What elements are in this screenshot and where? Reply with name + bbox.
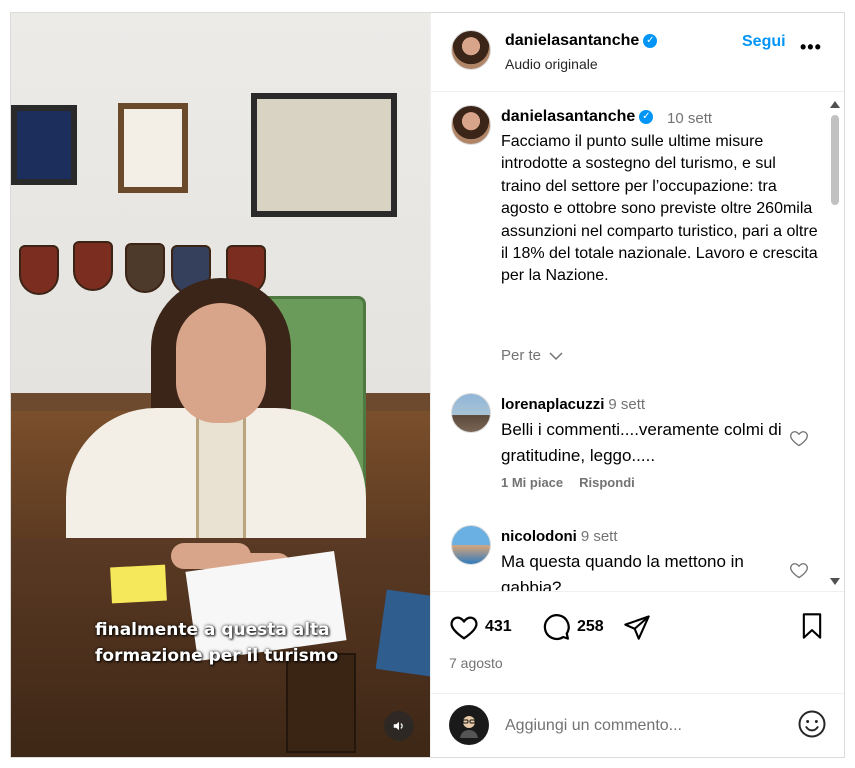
verified-badge-icon: ✓: [639, 109, 654, 124]
blouse-detail: [196, 408, 246, 538]
scroll-up-arrow-icon[interactable]: [830, 101, 840, 108]
share-action: [623, 613, 651, 641]
more-options-icon[interactable]: •••: [800, 37, 822, 57]
comment-item: nicolodoni 9 sett Ma questa quando la met…: [431, 525, 831, 591]
person-face: [176, 303, 266, 423]
caption-author[interactable]: danielasantanche ✓: [501, 108, 654, 126]
for-you-label: Per te: [501, 347, 542, 364]
comment-meta: 1 Mi piace Rispondi: [501, 475, 651, 490]
bookmark-icon[interactable]: [799, 612, 825, 640]
sticky-note: [110, 564, 167, 604]
comment-item: lorenaplacuzzi 9 sett Belli i commenti...…: [431, 393, 831, 513]
video-subtitle: finalmente a questa alta formazione per …: [95, 617, 395, 669]
avatar: [449, 705, 489, 745]
emoji-icon[interactable]: [797, 709, 827, 739]
comments-scroll-area[interactable]: danielasantanche ✓ 10 sett Facciamo il pu…: [431, 93, 844, 591]
like-count[interactable]: 431: [485, 618, 512, 636]
follow-button[interactable]: Segui: [742, 33, 786, 51]
username-text[interactable]: danielasantanche: [505, 32, 639, 49]
mute-button[interactable]: [384, 711, 414, 741]
avatar[interactable]: [451, 105, 491, 145]
username-text[interactable]: lorenaplacuzzi: [501, 396, 604, 413]
crest-shield: [73, 241, 113, 291]
post-modal: finalmente a questa alta formazione per …: [10, 12, 845, 758]
wall-emblem-frame: [11, 105, 77, 185]
video-player[interactable]: finalmente a questa alta formazione per …: [11, 13, 430, 757]
framed-artwork: [251, 93, 397, 217]
caption-timestamp[interactable]: 10 sett: [667, 110, 712, 127]
caption-text: Facciamo il punto sulle ultime misure in…: [501, 133, 818, 285]
portrait-frame: [118, 103, 188, 193]
chevron-down-icon: [549, 352, 563, 361]
scroll-down-arrow-icon[interactable]: [830, 578, 840, 585]
share-paper-plane-icon[interactable]: [623, 613, 651, 641]
post-details-panel: danielasantanche ✓ Audio originale Segui …: [430, 13, 844, 757]
save-action: [799, 612, 825, 640]
username-text[interactable]: danielasantanche: [501, 108, 635, 125]
speaker-icon: [393, 721, 403, 731]
scrollbar[interactable]: [830, 101, 840, 585]
verified-badge-icon: ✓: [643, 33, 658, 48]
reply-button[interactable]: Rispondi: [579, 475, 635, 490]
comment-input[interactable]: [505, 712, 775, 740]
post-date[interactable]: 7 agosto: [449, 655, 503, 671]
post-actions: 431 258 7 agosto: [431, 591, 844, 693]
username-text[interactable]: nicolodoni: [501, 528, 577, 545]
comment-author: lorenaplacuzzi 9 sett: [501, 396, 645, 413]
avatar[interactable]: [451, 525, 491, 565]
crest-shield: [19, 245, 59, 295]
comment-action: 258: [541, 612, 604, 642]
heart-icon[interactable]: [449, 612, 479, 642]
avatar[interactable]: [451, 30, 491, 70]
comment-timestamp[interactable]: 9 sett: [581, 528, 618, 545]
subtitle-line: formazione per il turismo: [95, 646, 339, 666]
author-username[interactable]: danielasantanche ✓: [505, 32, 658, 50]
like-action: 431: [449, 612, 512, 642]
comment-bubble-icon[interactable]: [541, 612, 571, 642]
heart-icon[interactable]: [789, 560, 809, 580]
crest-shield: [125, 243, 165, 293]
user-glasses-icon: [460, 716, 478, 738]
scrollbar-thumb[interactable]: [831, 115, 839, 205]
comment-text: Ma questa quando la mettono in gabbia?: [501, 552, 744, 591]
comment-text: Belli i commenti....veramente colmi di g…: [501, 420, 782, 465]
comment-composer: [431, 693, 844, 757]
for-you-toggle[interactable]: Per te: [501, 347, 563, 364]
audio-link[interactable]: Audio originale: [505, 56, 598, 72]
post-header: danielasantanche ✓ Audio originale Segui …: [431, 13, 844, 92]
comment-count[interactable]: 258: [577, 618, 604, 636]
subtitle-line: finalmente a questa alta: [95, 620, 330, 640]
avatar[interactable]: [451, 393, 491, 433]
comment-likes[interactable]: 1 Mi piace: [501, 475, 563, 490]
comment-timestamp[interactable]: 9 sett: [608, 396, 645, 413]
heart-icon[interactable]: [789, 428, 809, 448]
comment-author: nicolodoni 9 sett: [501, 528, 618, 545]
